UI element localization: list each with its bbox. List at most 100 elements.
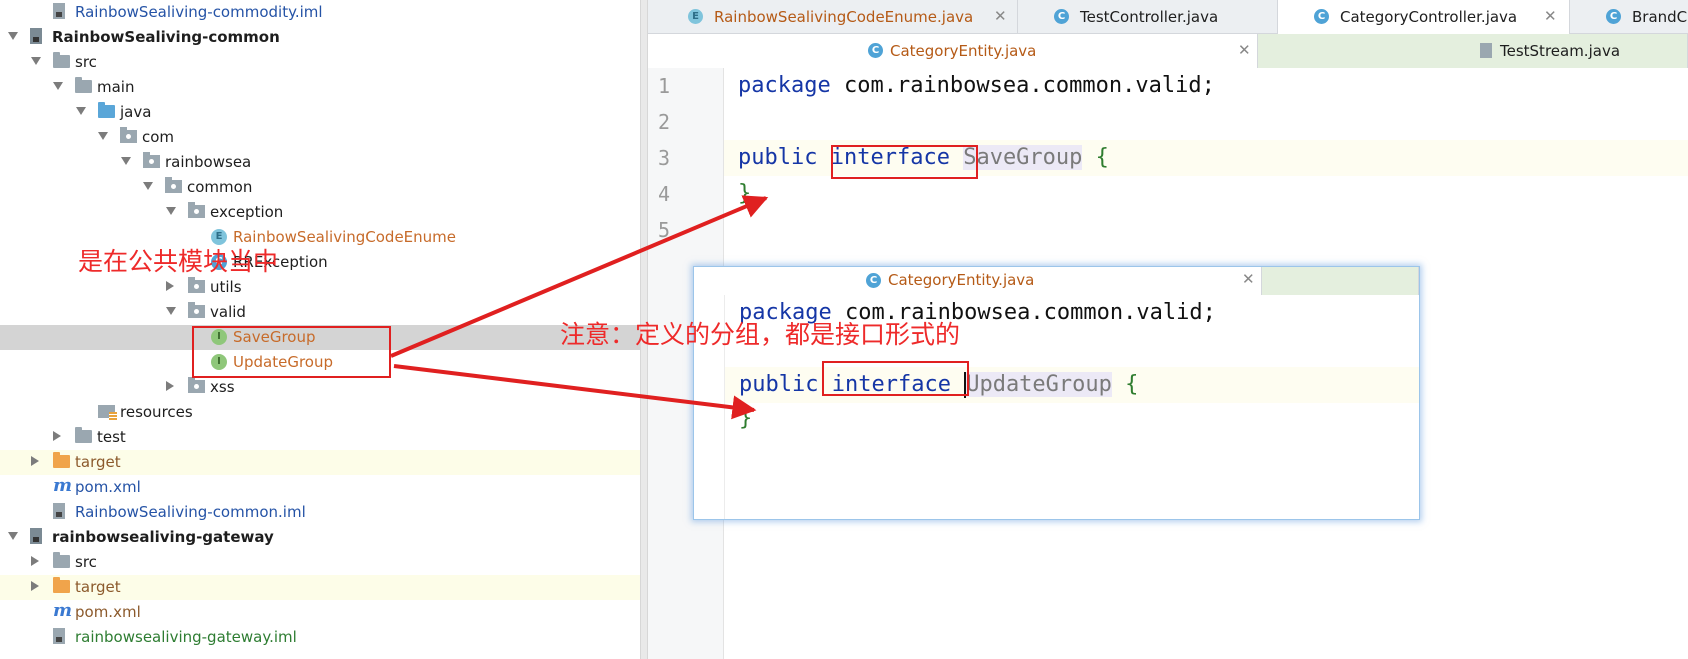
- tree-row[interactable]: main: [0, 75, 640, 100]
- tab-teststream[interactable]: TestStream.java: [1258, 34, 1688, 68]
- collapse-arrow-icon[interactable]: [31, 556, 39, 566]
- module-icon: [30, 528, 42, 544]
- tab-testcontroller[interactable]: C TestController.java: [1018, 0, 1278, 34]
- expand-arrow-icon[interactable]: [166, 307, 176, 315]
- open-brace: {: [1125, 372, 1139, 397]
- tree-row[interactable]: valid: [0, 300, 640, 325]
- tree-row[interactable]: src: [0, 550, 640, 575]
- folder-icon: [75, 77, 92, 93]
- tree-row[interactable]: resources: [0, 400, 640, 425]
- tree-row[interactable]: m pom.xml: [0, 475, 640, 500]
- keyword-public: public: [739, 372, 819, 397]
- folder-icon: [53, 52, 70, 68]
- line-number: 5: [658, 218, 671, 242]
- tree-row[interactable]: rainbowsea: [0, 150, 640, 175]
- popup-tab-empty: [1262, 267, 1419, 295]
- class-icon: C: [1606, 9, 1621, 24]
- collapse-arrow-icon[interactable]: [31, 456, 39, 466]
- close-icon[interactable]: ✕: [1238, 41, 1251, 59]
- close-icon[interactable]: ✕: [1242, 270, 1255, 288]
- folder-icon: [53, 552, 70, 568]
- tree-row[interactable]: rainbowsealiving-gateway.iml: [0, 625, 640, 650]
- expand-arrow-icon[interactable]: [121, 157, 131, 165]
- tree-item-label: com: [142, 128, 175, 146]
- tab-categorycontroller[interactable]: C CategoryController.java ✕: [1278, 0, 1570, 34]
- package-icon: [188, 377, 205, 393]
- tree-item-label: pom.xml: [75, 603, 141, 621]
- tree-row[interactable]: utils: [0, 275, 640, 300]
- tab-label: CategoryEntity.java: [888, 271, 1035, 289]
- line-number: 2: [658, 110, 671, 134]
- tree-row[interactable]: RainbowSealiving-commodity.iml: [0, 0, 640, 25]
- editor-tab-bar-2: C CategoryEntity.java ✕ TestStream.java: [648, 34, 1688, 68]
- tree-row[interactable]: src: [0, 50, 640, 75]
- tree-row[interactable]: RainbowSealiving-common: [0, 25, 640, 50]
- tree-row[interactable]: exception: [0, 200, 640, 225]
- line-number: 4: [658, 182, 671, 206]
- tree-row[interactable]: common: [0, 175, 640, 200]
- package-icon: [188, 202, 205, 218]
- package-icon: [165, 177, 182, 193]
- tab-rainbowsealivingcodeenume[interactable]: E RainbowSealivingCodeEnume.java ✕: [648, 0, 1018, 34]
- package-icon: [143, 152, 160, 168]
- expand-arrow-icon[interactable]: [166, 207, 176, 215]
- tree-item-label: main: [97, 78, 135, 96]
- tree-item-label: resources: [120, 403, 193, 421]
- expand-arrow-icon[interactable]: [8, 532, 18, 540]
- folder-icon: [75, 427, 92, 443]
- editor-tab-bar-1: E RainbowSealivingCodeEnume.java ✕ C Tes…: [648, 0, 1688, 34]
- class-icon: C: [1054, 9, 1069, 24]
- tab-label: RainbowSealivingCodeEnume.java: [714, 8, 974, 26]
- floating-editor-window[interactable]: C CategoryEntity.java ✕ package com.rain…: [693, 266, 1420, 520]
- expand-arrow-icon[interactable]: [98, 132, 108, 140]
- tree-item-label: exception: [210, 203, 284, 221]
- tree-row[interactable]: m pom.xml: [0, 600, 640, 625]
- expand-arrow-icon[interactable]: [53, 82, 63, 90]
- close-brace: }: [738, 181, 752, 206]
- close-icon[interactable]: ✕: [1544, 7, 1557, 25]
- iml-file-icon: [53, 628, 65, 644]
- expand-arrow-icon[interactable]: [143, 182, 153, 190]
- source-folder-icon: [98, 102, 115, 118]
- module-icon: [30, 28, 42, 44]
- tree-item-label: pom.xml: [75, 478, 141, 496]
- tree-row[interactable]: com: [0, 125, 640, 150]
- collapse-arrow-icon[interactable]: [166, 281, 174, 291]
- expand-arrow-icon[interactable]: [8, 32, 18, 40]
- excluded-folder-icon: [53, 452, 70, 468]
- annotation-note-interface: 注意：定义的分组，都是接口形式的: [560, 320, 961, 349]
- tree-row[interactable]: xss: [0, 375, 640, 400]
- enum-icon: E: [688, 9, 703, 24]
- collapse-arrow-icon[interactable]: [31, 581, 39, 591]
- tree-item-label: RainbowSealiving-commodity.iml: [75, 3, 323, 21]
- tree-row[interactable]: test: [0, 425, 640, 450]
- collapse-arrow-icon[interactable]: [53, 431, 61, 441]
- tab-label: TestStream.java: [1500, 42, 1621, 60]
- tree-item-label: target: [75, 578, 121, 596]
- resources-folder-icon: [98, 405, 117, 420]
- tree-row[interactable]: target: [0, 450, 640, 475]
- tree-item-label: common: [187, 178, 253, 196]
- tab-categoryentity[interactable]: C CategoryEntity.java ✕: [648, 34, 1258, 68]
- tree-row[interactable]: java: [0, 100, 640, 125]
- tab-label: CategoryController.java: [1340, 8, 1518, 26]
- tab-label: TestController.java: [1080, 8, 1219, 26]
- tree-row[interactable]: rainbowsealiving-gateway: [0, 525, 640, 550]
- expand-arrow-icon[interactable]: [76, 107, 86, 115]
- open-brace: {: [1095, 145, 1109, 170]
- tree-item-label: xss: [210, 378, 235, 396]
- close-icon[interactable]: ✕: [994, 7, 1007, 25]
- tree-row[interactable]: target: [0, 575, 640, 600]
- code-line-4[interactable]: }: [738, 180, 751, 208]
- code-line-1[interactable]: package com.rainbowsea.common.valid;: [738, 72, 1215, 100]
- tree-row[interactable]: RainbowSealiving-common.iml: [0, 500, 640, 525]
- expand-arrow-icon[interactable]: [31, 57, 41, 65]
- collapse-arrow-icon[interactable]: [166, 381, 174, 391]
- tree-item-label: test: [97, 428, 126, 446]
- popup-tab-categoryentity[interactable]: C CategoryEntity.java ✕: [694, 267, 1262, 295]
- popup-code-line-4[interactable]: }: [739, 405, 752, 433]
- tab-label: BrandC: [1632, 8, 1688, 26]
- package-icon: [120, 127, 137, 143]
- tree-item-label: RainbowSealiving-common.iml: [75, 503, 306, 521]
- tab-brandcontroller[interactable]: C BrandC: [1570, 0, 1688, 34]
